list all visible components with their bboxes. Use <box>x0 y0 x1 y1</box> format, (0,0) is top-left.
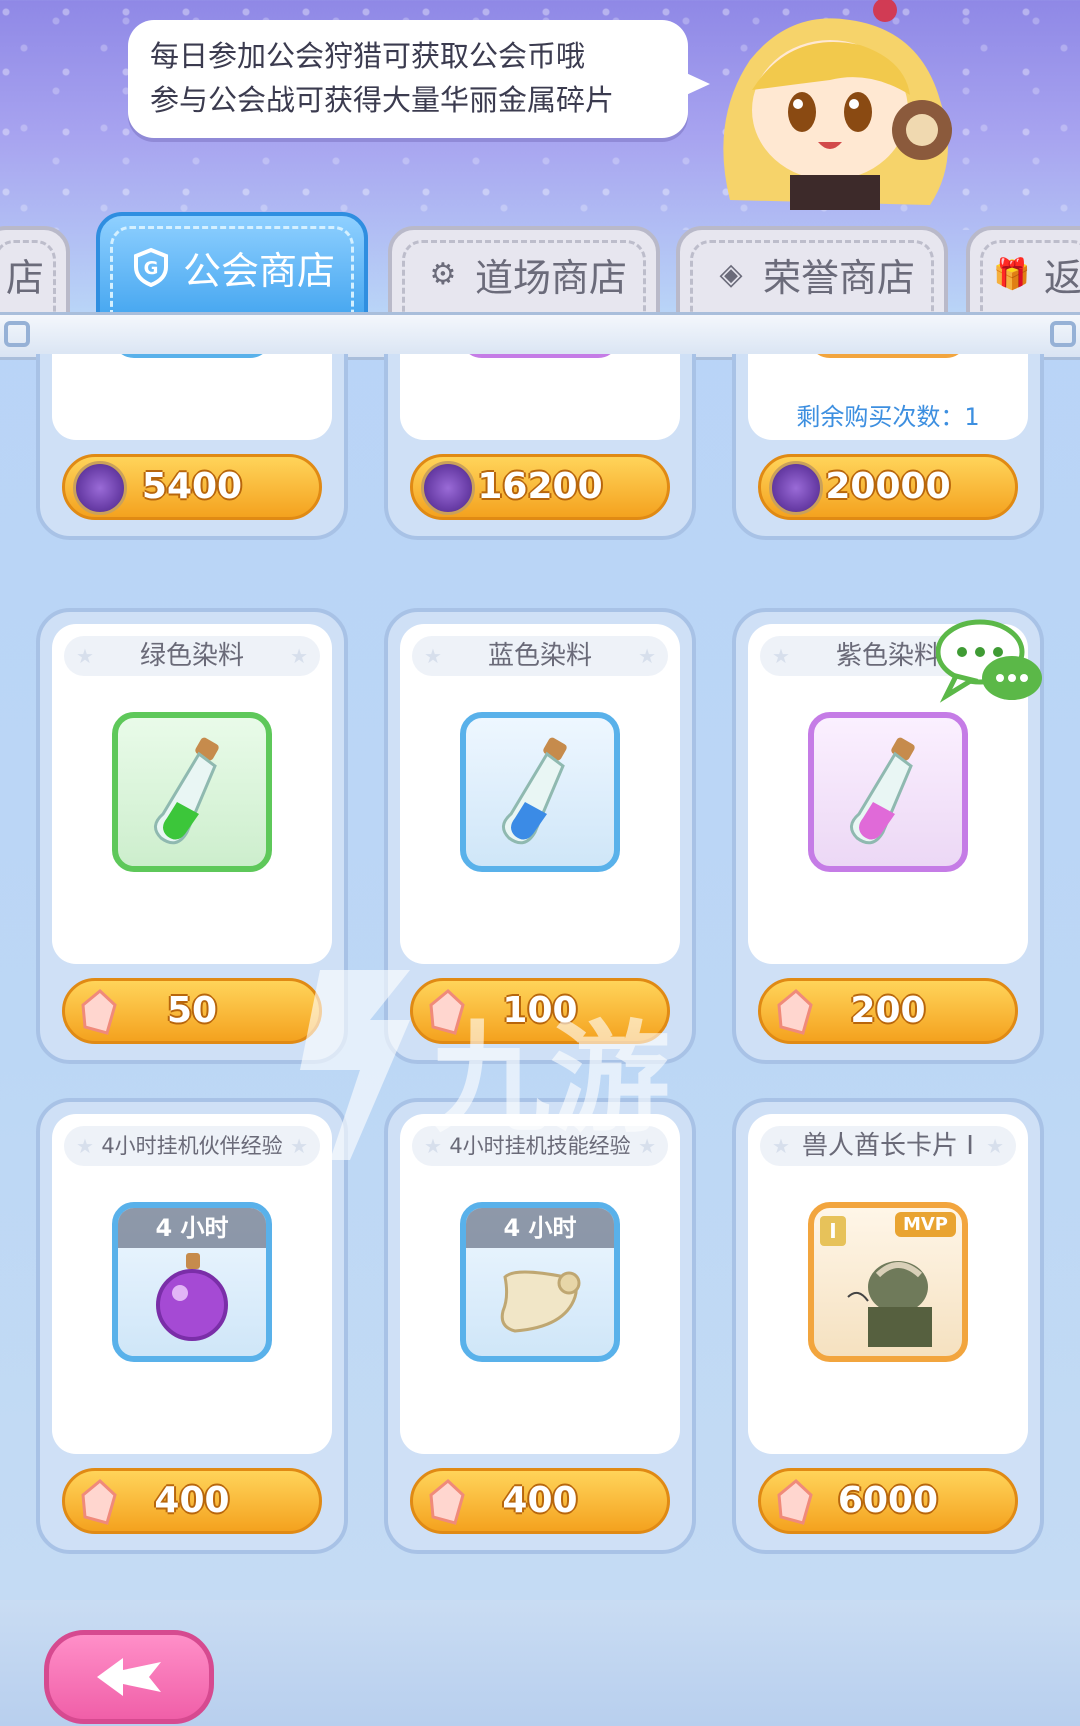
item-icon <box>460 354 620 358</box>
item-card-green-dye[interactable]: 绿色染料 50 <box>36 608 348 1064</box>
gear-icon: ⚙ <box>429 256 457 292</box>
remaining-purchases: 剩余购买次数：1 <box>796 403 980 431</box>
tab-label: 公会商店 <box>182 248 335 293</box>
tab-honor-shop[interactable]: ◈ 荣誉商店 <box>676 226 948 322</box>
price-button[interactable]: 50 <box>62 978 322 1044</box>
tab-dojo-shop[interactable]: ⚙ 道场商店 <box>388 226 660 322</box>
item-name: 绿色染料 <box>64 636 320 676</box>
crystal-icon <box>769 985 823 1039</box>
back-arrow-icon <box>97 1658 161 1696</box>
price-value: 6000 <box>837 1480 939 1521</box>
price-button[interactable]: 5400 <box>62 454 322 520</box>
purple-potion-icon <box>808 712 968 872</box>
tab-shop-prev[interactable]: 店 <box>0 226 70 322</box>
price-button[interactable]: 16200 <box>410 454 670 520</box>
mascot-character <box>723 0 952 210</box>
item-name: 4小时挂机伙伴经验 <box>64 1126 320 1166</box>
price-value: 20000 <box>825 466 951 507</box>
blue-potion-icon <box>460 712 620 872</box>
crystal-icon <box>421 1475 475 1529</box>
price-value: 50 <box>166 990 218 1031</box>
shelf-divider <box>0 312 1080 360</box>
guild-coin-icon <box>421 461 475 515</box>
item-icon <box>808 354 968 358</box>
tab-return[interactable]: 🎁 返 <box>966 226 1080 322</box>
item-card-blue-dye[interactable]: 蓝色染料 100 <box>384 608 696 1064</box>
guild-coin-icon <box>769 461 823 515</box>
gift-icon: 🎁 <box>993 256 1031 292</box>
crystal-icon <box>73 985 127 1039</box>
orc-chief-card-icon: I MVP <box>808 1202 968 1362</box>
tip-line-2: 参与公会战可获得大量华丽金属碎片 <box>150 83 615 117</box>
back-button[interactable] <box>44 1630 214 1724</box>
hours-badge: 4 小时 <box>118 1208 266 1248</box>
tab-label: 店 <box>5 255 44 300</box>
guild-g-icon: G <box>129 245 173 289</box>
price-button[interactable]: 6000 <box>758 1468 1018 1534</box>
mvp-badge: MVP <box>894 1212 956 1237</box>
card-rank: I <box>820 1216 846 1246</box>
price-value: 400 <box>502 1480 578 1521</box>
shop-tabs: 店 G 公会商店 ⚙ 道场商店 ◈ 荣誉商店 🎁 返 <box>0 212 1080 322</box>
item-card-partner-exp[interactable]: 4小时挂机伙伴经验 4 小时 400 <box>36 1098 348 1554</box>
item-icon <box>112 354 272 358</box>
tip-line-1: 每日参加公会狩猎可获取公会币哦 <box>150 39 586 73</box>
tab-label: 返 <box>1044 255 1080 300</box>
item-card[interactable]: 16200 <box>384 354 696 540</box>
hours-badge: 4 小时 <box>466 1208 614 1248</box>
partner-exp-potion-icon: 4 小时 <box>112 1202 272 1362</box>
tab-label: 荣誉商店 <box>762 255 915 300</box>
price-button[interactable]: 100 <box>410 978 670 1044</box>
item-card[interactable]: 剩余购买次数：1 20000 <box>732 354 1044 540</box>
tip-bubble: 每日参加公会狩猎可获取公会币哦 参与公会战可获得大量华丽金属碎片 <box>128 20 710 138</box>
crystal-icon <box>73 1475 127 1529</box>
item-card[interactable]: 5400 <box>36 354 348 540</box>
chat-bubble-icon[interactable] <box>936 618 1046 708</box>
price-value: 400 <box>154 1480 230 1521</box>
item-grid: 5400 16200 剩余购买次数：1 20000 绿色染料 50 蓝色染料 <box>0 354 1080 1604</box>
price-value: 100 <box>502 990 578 1031</box>
price-button[interactable]: 400 <box>62 1468 322 1534</box>
price-value: 5400 <box>141 466 243 507</box>
price-button[interactable]: 400 <box>410 1468 670 1534</box>
price-value: 200 <box>850 990 926 1031</box>
svg-text:G: G <box>144 258 159 279</box>
tab-label: 道场商店 <box>474 255 627 300</box>
item-name: 4小时挂机技能经验 <box>412 1126 668 1166</box>
item-name: 蓝色染料 <box>412 636 668 676</box>
price-button[interactable]: 20000 <box>758 454 1018 520</box>
price-button[interactable]: 200 <box>758 978 1018 1044</box>
green-potion-icon <box>112 712 272 872</box>
item-card-orc-card[interactable]: 兽人酋长卡片 I I MVP 6000 <box>732 1098 1044 1554</box>
scroll-icon: 4 小时 <box>460 1202 620 1362</box>
item-name: 兽人酋长卡片 I <box>760 1126 1016 1166</box>
item-card-skill-exp[interactable]: 4小时挂机技能经验 4 小时 400 <box>384 1098 696 1554</box>
crystal-icon <box>421 985 475 1039</box>
diamond-icon: ◈ <box>719 256 743 292</box>
price-value: 16200 <box>477 466 603 507</box>
crystal-icon <box>769 1475 823 1529</box>
guild-coin-icon <box>73 461 127 515</box>
tab-guild-shop[interactable]: G 公会商店 <box>96 212 368 322</box>
